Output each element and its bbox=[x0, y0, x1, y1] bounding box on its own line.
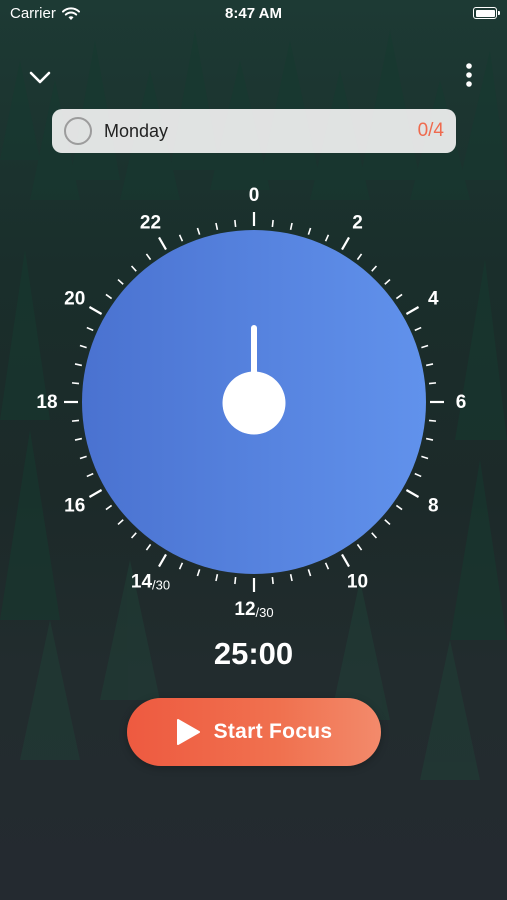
dial-label: 22 bbox=[140, 212, 161, 233]
start-focus-label: Start Focus bbox=[213, 720, 333, 743]
dial-tick bbox=[215, 222, 219, 231]
dial-tick bbox=[421, 455, 429, 460]
dial-tick bbox=[86, 326, 94, 332]
dial-tick bbox=[425, 437, 434, 441]
dial-tick bbox=[130, 532, 137, 539]
dial-tick bbox=[341, 236, 350, 251]
dial-tick bbox=[384, 519, 391, 526]
dial-label: 6 bbox=[456, 392, 467, 413]
dial-tick bbox=[158, 553, 167, 568]
task-pomodoro-count: 0/4 bbox=[417, 120, 444, 141]
more-options-button[interactable] bbox=[459, 60, 479, 92]
dial-tick bbox=[145, 253, 152, 261]
dial-tick bbox=[74, 363, 83, 367]
dial-label-value: 4 bbox=[428, 288, 439, 309]
dial-label-value: 6 bbox=[456, 392, 467, 413]
dial-label-value: 22 bbox=[140, 212, 161, 233]
dial-tick bbox=[234, 576, 237, 585]
dial-tick bbox=[324, 562, 330, 570]
dial-label-value: 8 bbox=[428, 495, 439, 516]
status-time: 8:47 AM bbox=[225, 5, 282, 22]
dial-tick bbox=[289, 573, 293, 582]
dial-label-suffix: /30 bbox=[152, 577, 170, 592]
dial-tick bbox=[158, 236, 167, 251]
dial-label-value: 10 bbox=[347, 571, 368, 592]
dial-tick bbox=[79, 344, 87, 349]
dial-tick bbox=[79, 455, 87, 460]
dial-tick bbox=[414, 472, 422, 478]
dial-tick bbox=[105, 504, 113, 511]
task-selector[interactable]: Monday 0/4 bbox=[52, 109, 456, 153]
play-icon bbox=[176, 719, 200, 745]
dial-tick bbox=[371, 265, 378, 272]
dial-label: 8 bbox=[428, 495, 439, 516]
dial-tick bbox=[395, 504, 403, 511]
dial-tick bbox=[307, 227, 312, 235]
status-bar: Carrier 8:47 AM bbox=[0, 0, 507, 28]
dial-label-value: 0 bbox=[249, 185, 260, 206]
dial-tick bbox=[178, 562, 184, 570]
dial-tick bbox=[145, 543, 152, 551]
dial-tick bbox=[384, 278, 391, 285]
dial-hub[interactable] bbox=[222, 371, 286, 435]
dial-tick bbox=[74, 437, 83, 441]
dial-tick bbox=[428, 382, 437, 385]
dial-label: 2 bbox=[352, 212, 363, 233]
dial-tick bbox=[71, 382, 80, 385]
dial-tick bbox=[341, 553, 350, 568]
dial-tick bbox=[86, 472, 94, 478]
timer-dial[interactable]: 024681012/3014/3016182022 bbox=[0, 160, 507, 640]
dial-tick bbox=[88, 489, 103, 498]
dial-tick bbox=[271, 576, 274, 585]
timer-display: 25:00 bbox=[213, 636, 294, 671]
dial-label-value: 2 bbox=[352, 212, 363, 233]
chevron-down-icon bbox=[29, 71, 51, 84]
dial-label: 4 bbox=[428, 288, 439, 309]
dial-tick bbox=[105, 293, 113, 300]
dial-tick bbox=[88, 306, 103, 315]
dial-tick bbox=[405, 306, 420, 315]
dial-label-value: 12 bbox=[234, 599, 255, 620]
battery-icon bbox=[473, 7, 500, 19]
dial-tick bbox=[405, 489, 420, 498]
dial-label: 12/30 bbox=[234, 599, 273, 620]
dial-label-value: 14 bbox=[131, 571, 153, 592]
dial-label-value: 20 bbox=[64, 288, 85, 309]
dial-label: 16 bbox=[64, 495, 85, 516]
dial-tick bbox=[324, 234, 330, 242]
dial-label-value: 18 bbox=[36, 392, 57, 413]
dial-tick bbox=[271, 219, 274, 228]
dial-label: 14/30 bbox=[131, 571, 170, 592]
dial-tick bbox=[414, 326, 422, 332]
task-name: Monday bbox=[104, 120, 169, 141]
dial-tick bbox=[356, 543, 363, 551]
dial-tick bbox=[289, 222, 293, 231]
dial-tick bbox=[71, 419, 80, 422]
dial-tick bbox=[215, 573, 219, 582]
dial-tick bbox=[234, 219, 237, 228]
dial-label: 0 bbox=[249, 185, 260, 206]
collapse-button[interactable] bbox=[24, 62, 56, 94]
dial-tick bbox=[395, 293, 403, 300]
dial-tick bbox=[178, 234, 184, 242]
dial-tick bbox=[371, 532, 378, 539]
dial-label: 20 bbox=[64, 288, 85, 309]
dial-tick bbox=[196, 227, 201, 235]
dial-tick bbox=[428, 419, 437, 422]
dial-tick bbox=[117, 519, 124, 526]
dial-label: 18 bbox=[36, 392, 57, 413]
dial-tick bbox=[130, 265, 137, 272]
start-focus-button[interactable]: Start Focus bbox=[127, 698, 381, 766]
dial-label-suffix: /30 bbox=[256, 605, 274, 620]
dial-label: 10 bbox=[347, 571, 368, 592]
dial-tick bbox=[421, 344, 429, 349]
dial-tick bbox=[117, 278, 124, 285]
dial-tick bbox=[356, 253, 363, 261]
dial-tick bbox=[196, 569, 201, 577]
dial-label-value: 16 bbox=[64, 495, 85, 516]
dial-tick bbox=[425, 363, 434, 367]
dial-tick bbox=[307, 569, 312, 577]
more-vertical-icon bbox=[466, 63, 472, 87]
task-complete-checkbox[interactable] bbox=[64, 117, 92, 145]
